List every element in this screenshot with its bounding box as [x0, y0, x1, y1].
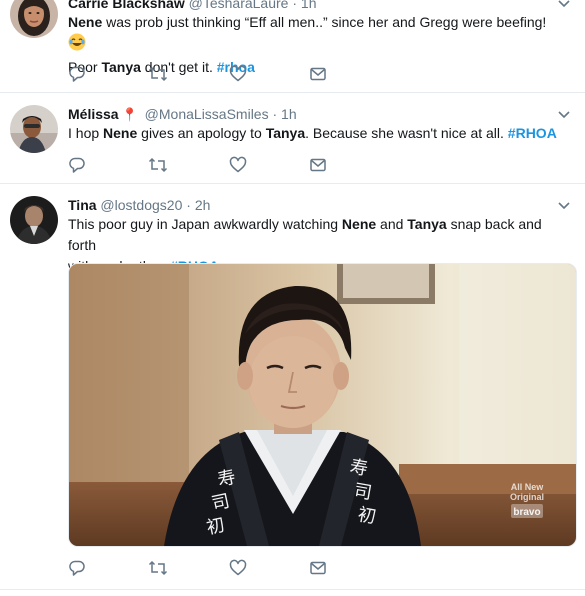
tweet-3[interactable]: Tina @lostdogs20 · 2h This poor guy in J…	[0, 184, 585, 590]
tweet-header: Carrie Blackshaw @TesharaLaure · 1h	[68, 0, 316, 12]
chevron-down-icon[interactable]	[557, 107, 571, 121]
like-icon[interactable]	[229, 156, 249, 176]
hashtag-link[interactable]: #RHOA	[508, 125, 557, 141]
reply-icon[interactable]	[68, 559, 88, 579]
handle[interactable]: @MonaLissaSmiles	[145, 106, 269, 122]
handle[interactable]: @lostdogs20	[100, 197, 182, 213]
watermark-line-1: All New	[511, 482, 545, 492]
message-icon[interactable]	[309, 65, 329, 85]
tweet-actions	[68, 156, 348, 176]
coat-lettering-right: 初	[356, 504, 377, 528]
handle[interactable]: @TesharaLaure	[189, 0, 289, 11]
mention-nene: Nene	[341, 216, 377, 232]
retweet-icon[interactable]	[148, 65, 168, 85]
avatar[interactable]	[10, 105, 58, 153]
chevron-down-icon[interactable]	[557, 198, 571, 212]
tweet-text-line: Nene was prob just thinking “Eff all men…	[68, 12, 565, 57]
mention-tanya: Tanya	[407, 216, 447, 232]
display-name[interactable]: Tina	[68, 197, 97, 213]
timestamp[interactable]: 1h	[301, 0, 317, 11]
avatar[interactable]	[10, 196, 58, 244]
tweet-1[interactable]: Carrie Blackshaw @TesharaLaure · 1h Nene…	[0, 0, 585, 93]
mention-nene: Nene	[68, 14, 103, 30]
like-icon[interactable]	[229, 559, 249, 579]
watermark-line-2: Original	[510, 492, 544, 502]
timestamp[interactable]: 2h	[195, 197, 211, 213]
retweet-icon[interactable]	[148, 559, 168, 579]
mention-tanya: Tanya	[265, 125, 306, 141]
retweet-icon[interactable]	[148, 156, 168, 176]
tweet-actions	[68, 65, 348, 85]
message-icon[interactable]	[309, 559, 329, 579]
message-icon[interactable]	[309, 156, 329, 176]
reply-icon[interactable]	[68, 65, 88, 85]
coat-lettering-right: 寿	[348, 456, 369, 480]
tweet-text: I hop Nene gives an apology to Tanya. Be…	[68, 125, 557, 141]
mention-nene: Nene	[103, 125, 138, 141]
tweet-text-line: This poor guy in Japan awkwardly watchin…	[68, 216, 542, 253]
avatar[interactable]	[10, 0, 58, 38]
like-icon[interactable]	[229, 65, 249, 85]
chevron-down-icon[interactable]	[557, 0, 571, 10]
laughing-emoji-icon	[68, 33, 86, 57]
reply-icon[interactable]	[68, 156, 88, 176]
bravo-logo: bravo	[513, 507, 540, 518]
coat-lettering-right: 司	[352, 480, 373, 504]
tweet-header: Mélissa 📍 @MonaLissaSmiles · 1h	[68, 106, 297, 122]
display-name[interactable]: Carrie Blackshaw	[68, 0, 185, 11]
tweet-header: Tina @lostdogs20 · 2h	[68, 197, 211, 213]
timestamp[interactable]: 1h	[281, 106, 297, 122]
media-image[interactable]: 寿 司 初 寿 司 初 All New Original bravo	[68, 263, 577, 547]
pin-badge-icon: 📍	[121, 107, 138, 122]
tweet-actions	[68, 559, 348, 579]
tweet-2[interactable]: Mélissa 📍 @MonaLissaSmiles · 1h I hop Nen…	[0, 93, 585, 184]
display-name[interactable]: Mélissa	[68, 106, 119, 122]
